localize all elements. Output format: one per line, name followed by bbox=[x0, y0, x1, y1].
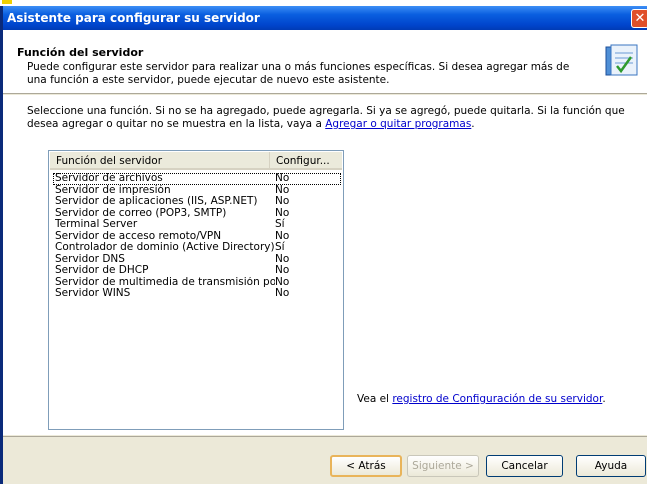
wizard-header: Función del servidor Puede configurar es… bbox=[3, 30, 647, 94]
desktop-marker bbox=[2, 0, 12, 4]
role-name: Servidor DNS bbox=[55, 253, 125, 265]
role-name: Servidor de archivos bbox=[55, 173, 163, 184]
cancel-button[interactable]: Cancelar bbox=[486, 455, 563, 477]
list-item[interactable]: Servidor de acceso remoto/VPN No bbox=[53, 230, 341, 243]
header-description: Puede configurar este servidor para real… bbox=[27, 61, 570, 86]
help-button[interactable]: Ayuda bbox=[576, 455, 646, 477]
role-status: Sí bbox=[275, 241, 285, 253]
role-status: No bbox=[275, 195, 290, 207]
role-name: Servidor de acceso remoto/VPN bbox=[55, 230, 222, 242]
list-item[interactable]: Servidor de DHCP No bbox=[53, 264, 341, 277]
list-item[interactable]: Servidor WINS No bbox=[53, 287, 341, 300]
server-role-list[interactable]: Función del servidor Configur... Servido… bbox=[48, 150, 344, 430]
column-header-role[interactable]: Función del servidor bbox=[50, 152, 270, 170]
role-name: Servidor de multimedia de transmisión po… bbox=[55, 276, 275, 288]
role-name: Servidor de aplicaciones (IIS, ASP.NET) bbox=[55, 196, 258, 207]
wizard-window: Asistente para configurar su servidor ✕ … bbox=[0, 6, 647, 484]
role-name: Servidor de impresión bbox=[55, 184, 171, 196]
list-item[interactable]: Servidor de correo (POP3, SMTP) No bbox=[53, 207, 341, 220]
role-name: Servidor de DHCP bbox=[55, 265, 149, 276]
list-header: Función del servidor Configur... bbox=[50, 152, 342, 170]
list-item[interactable]: Terminal Server Sí bbox=[53, 218, 341, 231]
list-item[interactable]: Servidor de aplicaciones (IIS, ASP.NET) N… bbox=[53, 195, 341, 208]
intro-text: Seleccione una función. Si no se ha agre… bbox=[27, 105, 627, 131]
column-header-configured[interactable]: Configur... bbox=[270, 152, 342, 170]
window-title: Asistente para configurar su servidor bbox=[7, 11, 260, 25]
role-name: Servidor de correo (POP3, SMTP) bbox=[55, 207, 227, 219]
wizard-body: Seleccione una función. Si no se ha agre… bbox=[3, 95, 647, 435]
header-title: Función del servidor bbox=[17, 46, 144, 59]
list-item[interactable]: Servidor DNS No bbox=[53, 253, 341, 266]
role-name: Controlador de dominio (Active Directory… bbox=[55, 242, 275, 253]
log-prefix: Vea el bbox=[357, 393, 393, 405]
title-bar[interactable]: Asistente para configurar su servidor ✕ bbox=[3, 6, 647, 30]
role-name: Terminal Server bbox=[55, 219, 138, 230]
close-button[interactable]: ✕ bbox=[631, 9, 647, 28]
role-status: Sí bbox=[275, 218, 285, 230]
configuration-log-text: Vea el registro de Configuración de su s… bbox=[357, 393, 606, 405]
configuration-log-link[interactable]: registro de Configuración de su servidor bbox=[392, 393, 602, 405]
list-item[interactable]: Servidor de archivos No bbox=[53, 172, 341, 185]
list-item[interactable]: Servidor de multimedia de transmisión po… bbox=[53, 276, 341, 289]
back-button[interactable]: < Atrás bbox=[330, 455, 402, 477]
list-item[interactable]: Servidor de impresión No bbox=[53, 184, 341, 197]
list-item[interactable]: Controlador de dominio (Active Directory… bbox=[53, 241, 341, 254]
role-status: No bbox=[275, 172, 290, 184]
list-rows: Servidor de archivos No Servidor de impre… bbox=[53, 172, 341, 300]
role-status: No bbox=[275, 287, 290, 299]
log-suffix: . bbox=[602, 393, 606, 405]
role-status: No bbox=[275, 264, 290, 276]
server-config-icon bbox=[605, 44, 638, 76]
next-button[interactable]: Siguiente > bbox=[407, 455, 479, 477]
button-bar: < Atrás Siguiente > Cancelar Ayuda bbox=[3, 436, 647, 484]
add-remove-programs-link[interactable]: Agregar o quitar programas bbox=[325, 118, 471, 130]
intro-text-end: . bbox=[471, 118, 475, 130]
role-name: Servidor WINS bbox=[55, 288, 131, 299]
